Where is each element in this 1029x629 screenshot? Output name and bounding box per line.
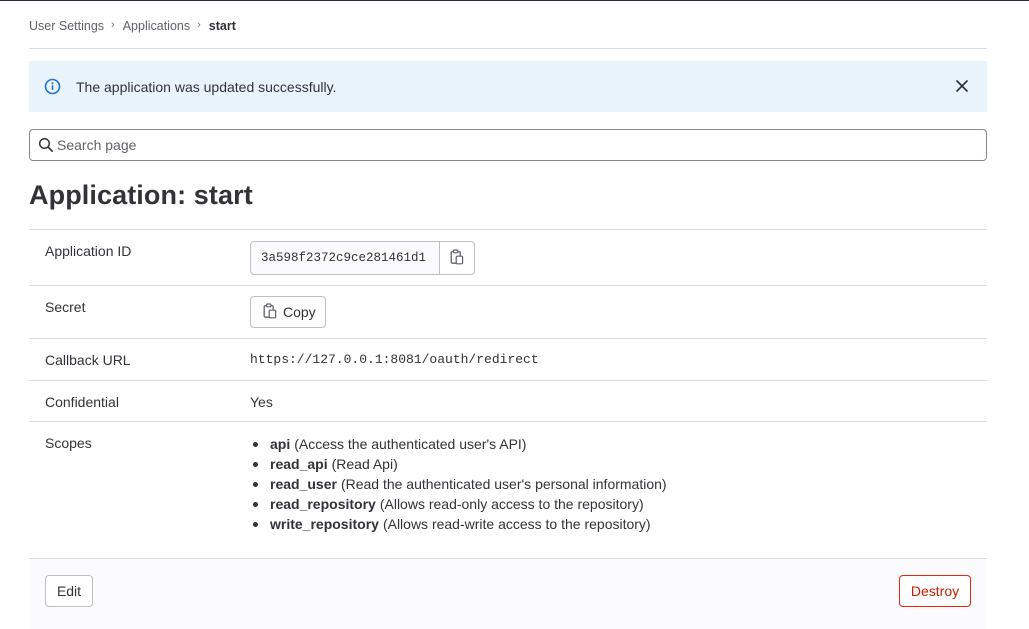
chevron-right-icon: › [197,18,201,31]
breadcrumb-user-settings[interactable]: User Settings [29,19,104,33]
copy-application-id-button[interactable] [440,241,475,275]
bullet [253,501,258,507]
application-id-row: Application ID 3a598f2372c9ce281461d1 [29,229,987,285]
close-icon[interactable] [953,77,971,95]
application-id-group: 3a598f2372c9ce281461d1 [250,241,475,275]
scope-item: read_user (Read the authenticated user's… [250,474,667,494]
bullet [253,461,258,467]
top-border [0,0,1029,1]
form-actions: Edit Destroy [29,558,987,629]
bullet [253,441,258,447]
confidential-value: Yes [250,394,273,410]
scope-name: read_user [270,476,337,492]
application-id-field[interactable]: 3a598f2372c9ce281461d1 [250,241,440,275]
scope-item: read_repository (Allows read-only access… [250,494,667,514]
scope-item: read_api (Read Api) [250,454,667,474]
edit-button[interactable]: Edit [45,575,93,607]
scope-name: read_api [270,456,328,472]
secret-label: Secret [45,299,86,315]
search-icon [38,137,54,153]
callback-url-label: Callback URL [45,352,131,368]
scope-name: api [270,436,291,452]
breadcrumb-applications[interactable]: Applications [123,19,190,33]
info-icon [44,78,61,95]
chevron-right-icon: › [111,18,115,31]
scopes-list: api (Access the authenticated user's API… [250,434,667,534]
clipboard-icon [263,302,277,322]
callback-url-row: Callback URL https://127.0.0.1:8081/oaut… [29,338,987,380]
clipboard-icon [450,248,464,268]
copy-label: Copy [283,304,316,320]
scopes-label: Scopes [45,435,92,451]
scope-description: (Access the authenticated user's API) [294,436,527,452]
scope-name: write_repository [270,516,379,532]
application-details: Application ID 3a598f2372c9ce281461d1 Se… [29,229,987,558]
destroy-button[interactable]: Destroy [899,575,971,607]
secret-row: Secret Copy [29,285,987,338]
scope-description: (Read Api) [331,456,398,472]
success-alert: The application was updated successfully… [29,61,987,112]
scope-description: (Allows read-only access to the reposito… [379,496,644,512]
divider [29,48,987,49]
search-input[interactable] [57,132,977,158]
bullet [253,481,258,487]
confidential-label: Confidential [45,394,119,410]
breadcrumb-current[interactable]: start [209,19,236,33]
alert-message: The application was updated successfully… [76,79,337,95]
copy-secret-button[interactable]: Copy [250,296,326,328]
application-id-label: Application ID [45,243,132,259]
scope-item: write_repository (Allows read-write acce… [250,514,667,534]
bullet [253,521,258,527]
scope-name: read_repository [270,496,376,512]
search-box [29,129,987,161]
page-title: Application: start [29,180,253,210]
scope-description: (Allows read-write access to the reposit… [382,516,651,532]
breadcrumb: User Settings › Applications › start [29,18,236,34]
scope-description: (Read the authenticated user's personal … [340,476,667,492]
scope-item: api (Access the authenticated user's API… [250,434,667,454]
confidential-row: Confidential Yes [29,380,987,421]
callback-url-value: https://127.0.0.1:8081/oauth/redirect [250,352,539,367]
scopes-row: Scopes api (Access the authenticated use… [29,421,987,558]
